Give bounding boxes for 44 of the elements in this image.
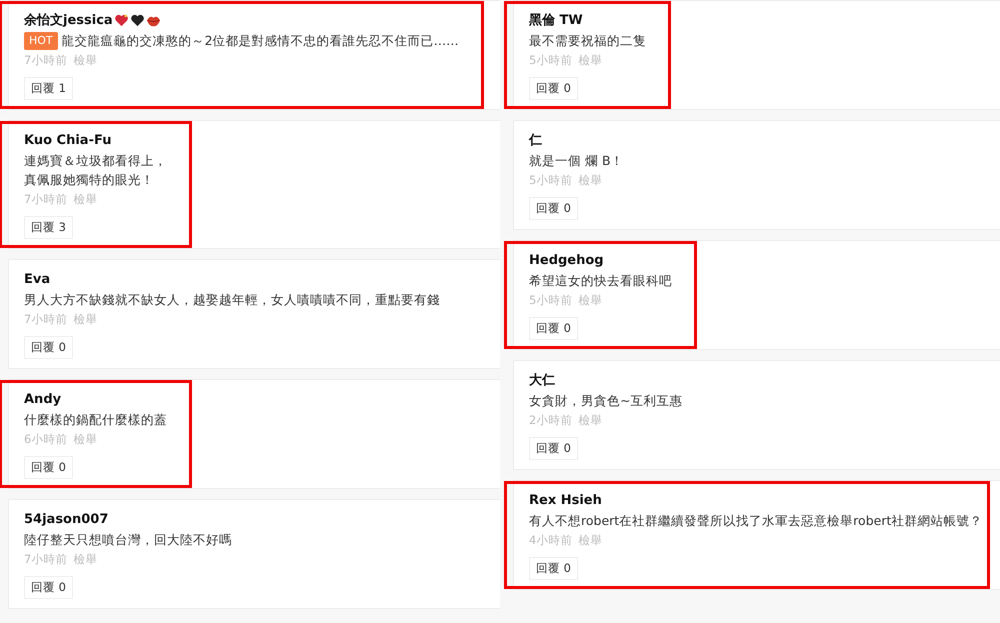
comment-text: 就是一個 爛 B！ xyxy=(529,152,624,170)
user-name: 仁 xyxy=(529,132,542,149)
reply-button[interactable]: 回覆 0 xyxy=(529,77,578,100)
reply-button[interactable]: 回覆 0 xyxy=(529,197,578,220)
timestamp: 6小時前 xyxy=(24,431,68,447)
user-name: Eva xyxy=(24,272,50,286)
reply-button[interactable]: 回覆 0 xyxy=(529,317,578,340)
timestamp: 7小時前 xyxy=(24,311,68,327)
comment-text: 真佩服她獨特的眼光！ xyxy=(24,171,155,189)
heart-icon xyxy=(114,12,129,28)
heart-icon xyxy=(130,12,145,28)
hot-tag: HOT xyxy=(24,32,58,50)
timestamp: 7小時前 xyxy=(24,52,68,68)
comment-text: 龍交龍瘟龜的交凍憨的～2位都是對感情不忠的看誰先忍不住而已…… xyxy=(62,32,459,50)
reply-button[interactable]: 回覆 0 xyxy=(529,437,578,460)
timestamp: 4小時前 xyxy=(529,532,572,548)
comment-text: 陸仔整天只想噴台灣，回大陸不好嗎 xyxy=(24,531,232,549)
comment-text: 連媽寶＆垃圾都看得上， xyxy=(24,152,167,170)
comment-text: 最不需要祝福的二隻 xyxy=(529,32,646,50)
reply-button[interactable]: 回覆 0 xyxy=(24,576,73,599)
reply-button[interactable]: 回覆 1 xyxy=(24,77,73,100)
reply-button[interactable]: 回覆 0 xyxy=(24,336,73,359)
user-name: 54jason007 xyxy=(24,512,108,526)
comment-text: 什麼樣的鍋配什麼樣的蓋 xyxy=(24,411,167,429)
user-name: Rex Hsieh xyxy=(529,492,602,508)
reply-button[interactable]: 回覆 3 xyxy=(24,216,73,239)
reply-button[interactable]: 回覆 0 xyxy=(529,557,578,580)
reply-button[interactable]: 回覆 0 xyxy=(24,456,73,479)
timestamp: 2小時前 xyxy=(529,412,572,428)
user-name: Andy xyxy=(24,392,62,406)
user-name: Kuo Chia-Fu xyxy=(24,132,112,148)
user-name: 大仁 xyxy=(529,372,555,389)
user-name: Hedgehog xyxy=(529,252,604,268)
timestamp: 7小時前 xyxy=(24,191,68,207)
timestamp: 7小時前 xyxy=(24,551,68,567)
user-name: 黑倫 TW xyxy=(529,12,583,29)
timestamp: 5小時前 xyxy=(529,292,572,308)
timestamp: 5小時前 xyxy=(529,172,572,188)
comment-text: 有人不想robert在社群繼續發聲所以找了水軍去惡意檢舉robert社群網站帳號？ xyxy=(529,512,982,530)
timestamp: 5小時前 xyxy=(529,52,572,68)
comment-text: 男人大方不缺錢就不缺女人，越娶越年輕，女人嘖嘖嘖不同，重點要有錢 xyxy=(24,291,440,309)
comment-text: 女貪財，男貪色~互利互惠 xyxy=(529,392,682,410)
comment-text: 希望這女的快去看眼科吧 xyxy=(529,272,672,290)
user-name: 余怡文jessica xyxy=(24,12,113,29)
